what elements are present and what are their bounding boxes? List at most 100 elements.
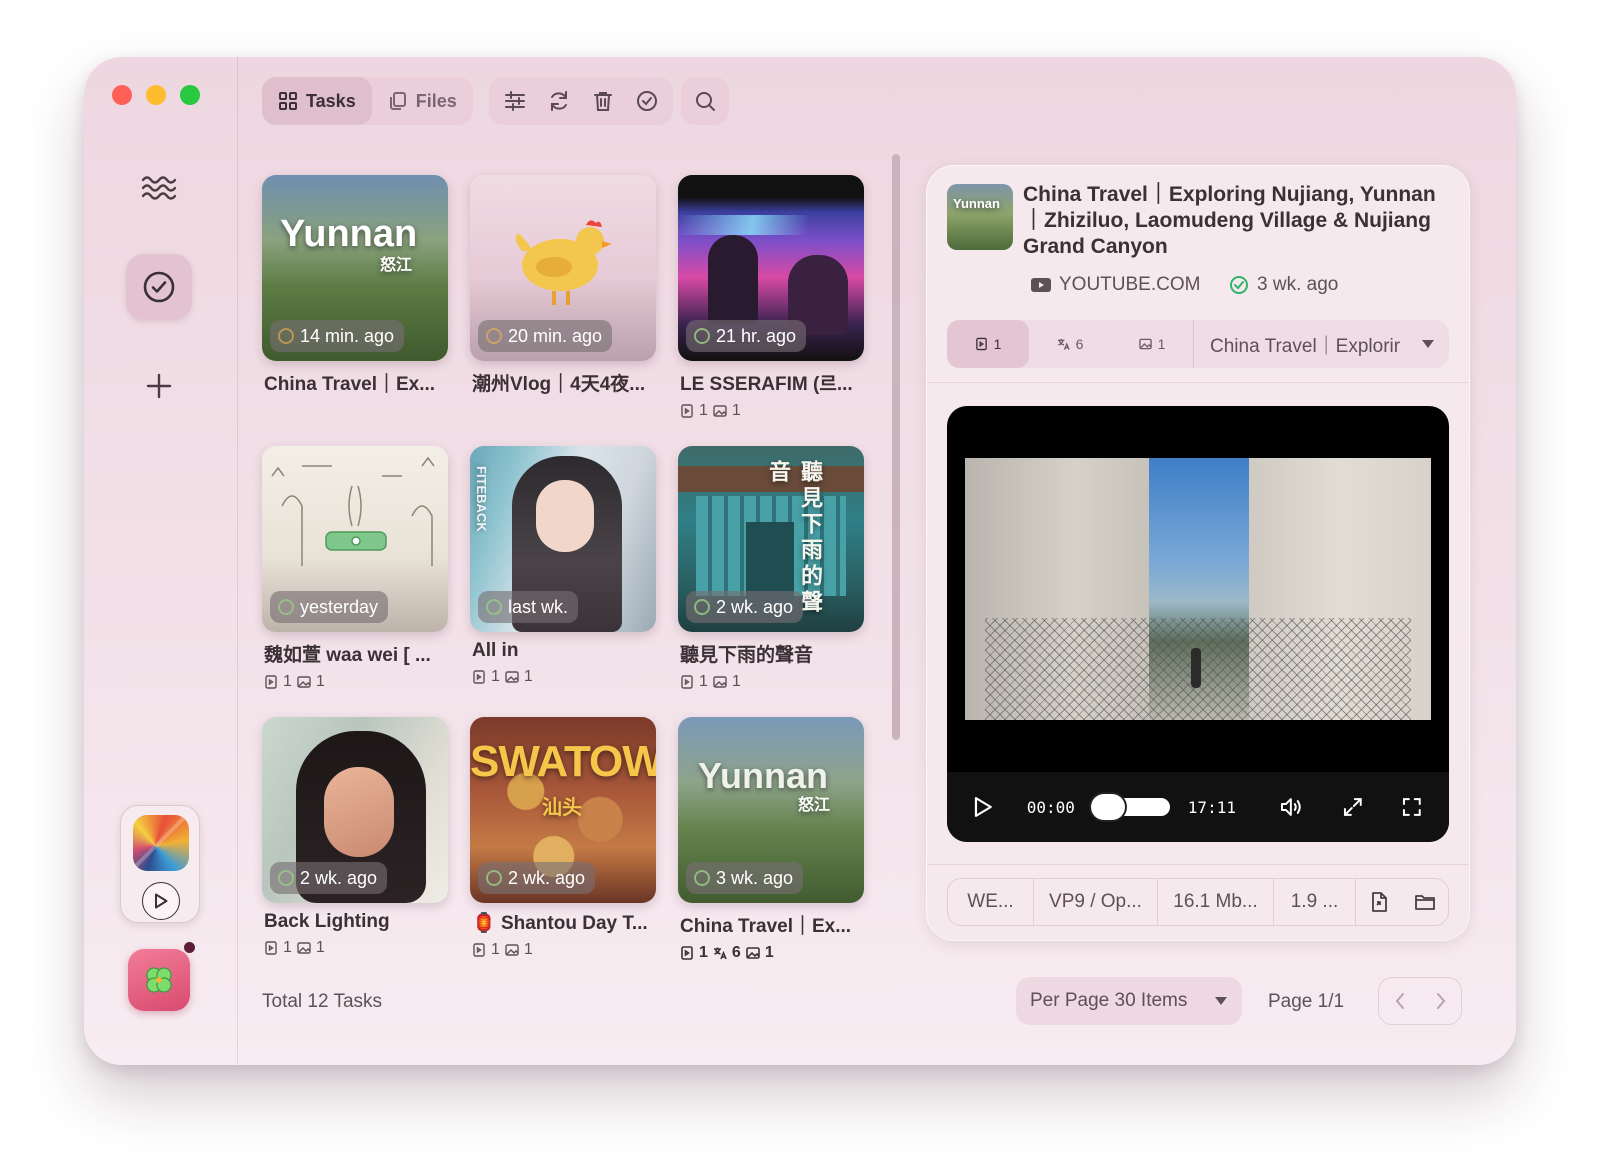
video-file-icon (473, 670, 485, 684)
task-card[interactable]: Yunnan 怒江 3 wk. ago China Travel｜Ex... 1… (678, 717, 864, 962)
tab-files-label: Files (415, 90, 457, 111)
divider (927, 382, 1469, 383)
file-extra: 1.9 ... (1274, 879, 1356, 925)
task-meta: 1 1 (262, 939, 448, 957)
video-file-icon (975, 337, 987, 351)
file-size: 16.1 Mb... (1158, 879, 1274, 925)
video-player[interactable]: 00:00 17:11 (947, 406, 1449, 842)
detail-title: China Travel｜Exploring Nujiang, Yunnan｜Z… (1023, 183, 1436, 258)
task-title: China Travel｜Ex... (680, 916, 852, 937)
per-page-select[interactable]: Per Page 30 Items (1016, 977, 1242, 1025)
tab-tasks[interactable]: Tasks (262, 77, 372, 125)
image-icon (297, 676, 311, 688)
tab-image-count: 1 (1157, 336, 1166, 352)
video-file-icon (681, 946, 693, 960)
chevron-right-icon[interactable] (1435, 992, 1447, 1010)
caret-down-icon (1422, 340, 1434, 348)
sidebar-waves-button[interactable] (126, 155, 192, 221)
waves-icon (141, 176, 177, 200)
task-title: 聽見下雨的聲音 (680, 645, 814, 666)
task-actions (489, 77, 673, 125)
video-controls: 00:00 17:11 (947, 772, 1449, 842)
thumb-subtitle: 怒江 (380, 257, 413, 274)
image-icon (505, 944, 519, 956)
file-codec: VP9 / Op... (1034, 879, 1158, 925)
task-card[interactable]: 2 wk. ago Back Lighting 1 1 (262, 717, 448, 957)
task-title: 🏮 Shantou Day T... (470, 911, 656, 935)
detail-thumb-title: Yunnan (953, 196, 1000, 211)
mini-player[interactable] (120, 805, 200, 923)
task-title: All in (472, 640, 519, 661)
sliders-icon (505, 91, 525, 111)
close-window-button[interactable] (112, 85, 132, 105)
task-card[interactable]: 21 hr. ago LE SSERAFIM (르... 1 1 (678, 175, 864, 420)
task-card[interactable]: SWATOW 汕头 2 wk. ago 🏮 Shantou Day T... 1… (470, 717, 656, 959)
task-card[interactable]: yesterday 魏如萱 waa wei [ ... 1 1 (262, 446, 448, 691)
zoom-window-button[interactable] (180, 85, 200, 105)
expand-icon[interactable] (1342, 796, 1364, 818)
minimize-window-button[interactable] (146, 85, 166, 105)
task-meta: 1 1 (678, 402, 864, 420)
seek-bar[interactable] (1090, 794, 1170, 820)
search-button[interactable] (681, 77, 729, 125)
tab-images[interactable]: 1 (1111, 320, 1193, 368)
page-indicator: Page 1/1 (1268, 991, 1345, 1012)
chevron-left-icon[interactable] (1394, 992, 1406, 1010)
tab-files[interactable]: Files (372, 77, 473, 125)
tab-tasks-label: Tasks (306, 90, 356, 111)
task-title: LE SSERAFIM (르... (680, 374, 853, 395)
chicken-icon (515, 220, 612, 305)
tab-video-files[interactable]: 1 (947, 320, 1029, 368)
thumb-title: SWATOW (470, 737, 656, 786)
app-window: Tasks Files Yunnan 怒江 14 min. ago China (84, 57, 1516, 1065)
translate-icon (1057, 338, 1070, 350)
volume-icon[interactable] (1280, 796, 1304, 818)
sidebar-add-button[interactable] (126, 353, 192, 419)
image-icon (746, 947, 760, 959)
file-select-value: China Travel｜Explorir (1210, 335, 1401, 357)
check-circle-icon (1230, 276, 1248, 294)
image-icon (505, 671, 519, 683)
task-thumbnail: 20 min. ago (470, 175, 656, 361)
export-file-button[interactable] (1356, 879, 1402, 925)
files-icon (389, 92, 406, 110)
tab-video-count: 1 (993, 336, 1002, 352)
seek-knob[interactable] (1090, 794, 1125, 820)
task-card[interactable]: Yunnan 怒江 14 min. ago China Travel｜Ex... (262, 175, 448, 396)
detail-time: 3 wk. ago (1229, 274, 1338, 296)
task-meta: 1 1 (470, 941, 656, 959)
status-badge: 2 wk. ago (478, 862, 596, 894)
detail-time-label: 3 wk. ago (1257, 274, 1339, 295)
thumb-title: Yunnan (280, 213, 418, 255)
select-all-button[interactable] (625, 77, 669, 125)
task-thumbnail: FITEBACK last wk. (470, 446, 656, 632)
search-icon (696, 92, 715, 111)
image-icon (713, 676, 727, 688)
thumb-subtitle: 怒江 (798, 797, 831, 814)
sidebar-tasks-button[interactable] (126, 254, 192, 320)
file-export-icon (1372, 892, 1387, 912)
fullscreen-icon[interactable] (1401, 796, 1423, 818)
task-meta: 1 6 1 (678, 944, 864, 962)
grid-scrollbar[interactable] (892, 154, 900, 740)
total-count: Total 12 Tasks (262, 991, 383, 1012)
file-select[interactable]: China Travel｜Explorir (1193, 320, 1449, 368)
open-folder-button[interactable] (1402, 879, 1448, 925)
task-title: 魏如萱 waa wei [ ... (264, 645, 431, 666)
delete-button[interactable] (581, 77, 625, 125)
duration: 17:11 (1187, 797, 1236, 817)
task-card[interactable]: FITEBACK last wk. All in 1 1 (470, 446, 656, 686)
tab-subtitles[interactable]: 6 (1029, 320, 1111, 368)
youtube-icon (1031, 278, 1051, 292)
task-card[interactable]: 20 min. ago 潮州Vlog｜4天4夜... (470, 175, 656, 396)
clover-app-icon[interactable] (128, 949, 190, 1011)
mini-play-button[interactable] (142, 882, 180, 920)
check-circle-icon (637, 91, 657, 111)
task-card[interactable]: 聽見下雨的聲音 2 wk. ago 聽見下雨的聲音 1 1 (678, 446, 864, 691)
pagination (1378, 977, 1462, 1025)
filter-button[interactable] (493, 77, 537, 125)
refresh-button[interactable] (537, 77, 581, 125)
divider (927, 864, 1469, 865)
task-thumbnail: 21 hr. ago (678, 175, 864, 361)
play-icon[interactable] (973, 796, 993, 818)
